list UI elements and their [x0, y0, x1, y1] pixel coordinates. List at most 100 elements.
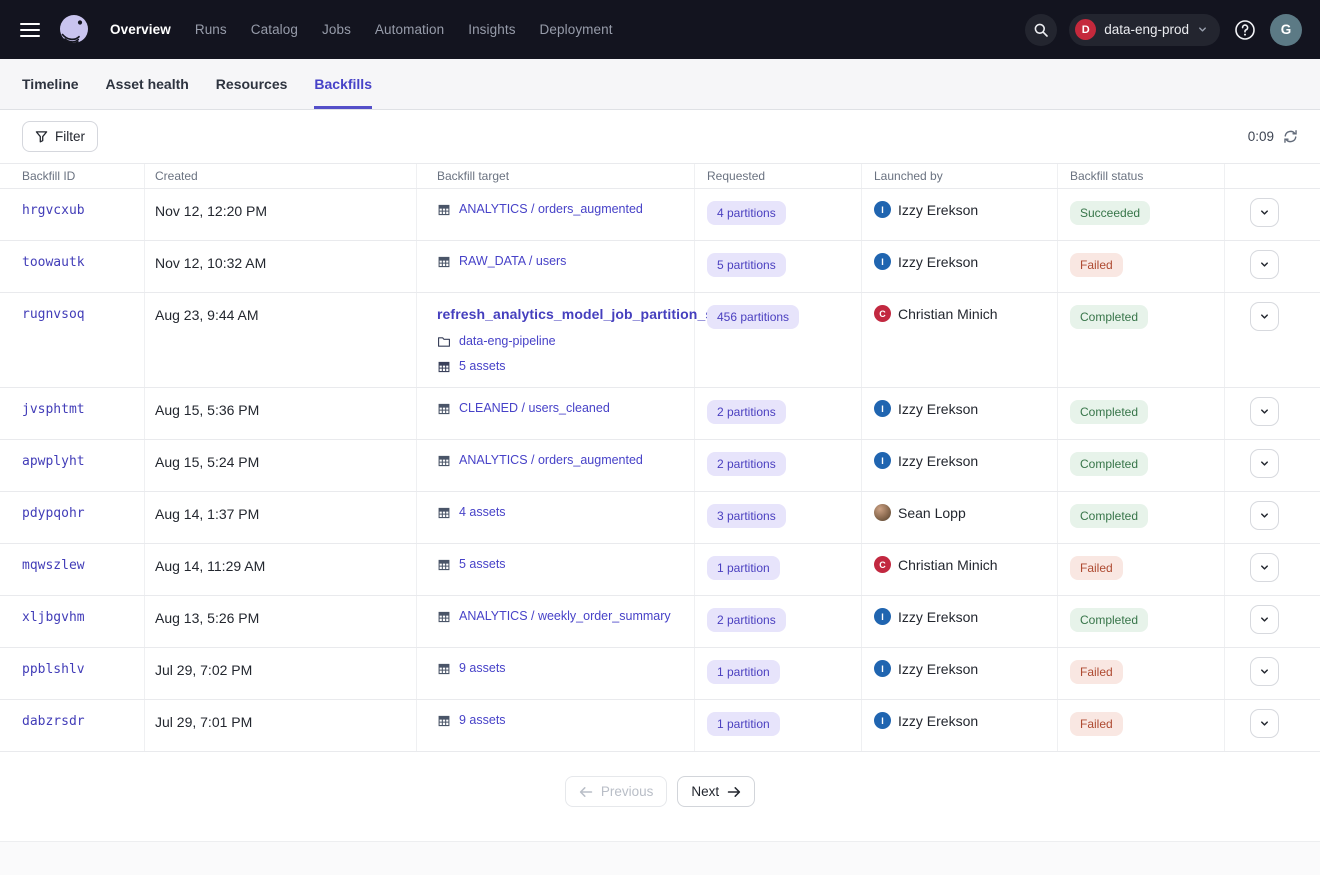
launched-by-name: Izzy Erekson [898, 713, 978, 729]
search-icon [1033, 22, 1049, 38]
chevron-down-icon [1259, 510, 1270, 521]
row-actions-cell [1225, 648, 1320, 699]
requested-cell: 1 partition [695, 544, 862, 595]
table-row: ppblshlvJul 29, 7:02 PM9 assets1 partiti… [0, 648, 1320, 700]
status-badge: Succeeded [1070, 201, 1150, 225]
backfill-id-cell: pdypqohr [0, 492, 145, 543]
backfill-id-link[interactable]: dabzrsdr [22, 714, 85, 729]
asset-link[interactable]: RAW_DATA / users [459, 253, 566, 270]
asset-link[interactable]: 9 assets [459, 660, 506, 677]
status-badge: Completed [1070, 305, 1148, 329]
row-actions-cell [1225, 544, 1320, 595]
backfill-id-link[interactable]: toowautk [22, 255, 85, 270]
tab-backfills[interactable]: Backfills [314, 59, 372, 109]
primary-nav: Overview Runs Catalog Jobs Automation Insight… [110, 22, 613, 37]
previous-page-button[interactable]: Previous [565, 776, 668, 807]
asset-link[interactable]: CLEANED / users_cleaned [459, 400, 610, 417]
arrow-right-icon [727, 786, 741, 798]
table-grid-icon [437, 402, 451, 416]
nav-item-insights[interactable]: Insights [468, 22, 515, 37]
table-grid-icon [437, 402, 451, 416]
row-actions-cell [1225, 440, 1320, 491]
backfill-id-link[interactable]: ppblshlv [22, 662, 85, 677]
tab-timeline[interactable]: Timeline [22, 59, 79, 109]
status-badge: Failed [1070, 556, 1123, 580]
requested-cell: 2 partitions [695, 388, 862, 439]
launched-by-name: Izzy Erekson [898, 401, 978, 417]
partitions-badge: 2 partitions [707, 452, 786, 476]
row-actions-button[interactable] [1250, 449, 1279, 478]
job-link[interactable]: refresh_analytics_model_job_partition_se… [437, 306, 726, 322]
backfill-id-link[interactable]: rugnvsoq [22, 307, 85, 322]
nav-item-automation[interactable]: Automation [375, 22, 444, 37]
asset-link[interactable]: 4 assets [459, 504, 506, 521]
search-button[interactable] [1025, 14, 1057, 46]
row-actions-button[interactable] [1250, 250, 1279, 279]
row-actions-button[interactable] [1250, 553, 1279, 582]
asset-target: CLEANED / users_cleaned [437, 400, 684, 417]
backfill-id-link[interactable]: mqwszlew [22, 558, 85, 573]
created-cell: Nov 12, 12:20 PM [145, 189, 417, 240]
row-actions-button[interactable] [1250, 709, 1279, 738]
created-cell: Aug 13, 5:26 PM [145, 596, 417, 647]
target-sub-link[interactable]: data-eng-pipeline [459, 333, 556, 350]
nav-item-runs[interactable]: Runs [195, 22, 227, 37]
target-sub-link[interactable]: 5 assets [459, 358, 506, 375]
backfill-id-link[interactable]: apwplyht [22, 454, 85, 469]
asset-link[interactable]: ANALYTICS / weekly_order_summary [459, 608, 671, 625]
backfill-id-link[interactable]: xljbgvhm [22, 610, 85, 625]
row-actions-cell [1225, 492, 1320, 543]
top-navbar: Overview Runs Catalog Jobs Automation Insight… [0, 0, 1320, 59]
launched-by: CChristian Minich [874, 305, 1047, 322]
tab-asset-health[interactable]: Asset health [106, 59, 189, 109]
next-page-button[interactable]: Next [677, 776, 755, 807]
deployment-switcher[interactable]: D data-eng-prod [1069, 14, 1220, 46]
nav-item-catalog[interactable]: Catalog [251, 22, 298, 37]
nav-item-deployment[interactable]: Deployment [540, 22, 613, 37]
user-avatar: C [874, 556, 891, 573]
nav-item-overview[interactable]: Overview [110, 22, 171, 37]
row-actions-button[interactable] [1250, 605, 1279, 634]
table-row: apwplyhtAug 15, 5:24 PMANALYTICS / order… [0, 440, 1320, 492]
column-header-backfill-status: Backfill status [1058, 164, 1225, 188]
launched-by-cell: IIzzy Erekson [862, 440, 1058, 491]
help-button[interactable] [1232, 17, 1258, 43]
funnel-icon [35, 130, 48, 143]
asset-link[interactable]: 5 assets [459, 556, 506, 573]
backfill-id-link[interactable]: pdypqohr [22, 506, 85, 521]
backfill-id-link[interactable]: jvsphtmt [22, 402, 85, 417]
row-actions-button[interactable] [1250, 198, 1279, 227]
backfill-target-cell: ANALYTICS / orders_augmented [417, 189, 695, 240]
table-row: toowautkNov 12, 10:32 AMRAW_DATA / users… [0, 241, 1320, 293]
refresh-countdown: 0:09 [1248, 129, 1274, 144]
launched-by-cell: IIzzy Erekson [862, 189, 1058, 240]
backfill-status-cell: Completed [1058, 440, 1225, 491]
row-actions-button[interactable] [1250, 501, 1279, 530]
asset-link[interactable]: ANALYTICS / orders_augmented [459, 452, 643, 469]
column-header-backfill-id: Backfill ID [0, 164, 145, 188]
backfill-id-link[interactable]: hrgvcxub [22, 203, 85, 218]
row-actions-button[interactable] [1250, 657, 1279, 686]
row-actions-button[interactable] [1250, 302, 1279, 331]
asset-link[interactable]: ANALYTICS / orders_augmented [459, 201, 643, 218]
created-cell: Aug 15, 5:36 PM [145, 388, 417, 439]
launched-by-name: Izzy Erekson [898, 609, 978, 625]
tab-resources[interactable]: Resources [216, 59, 288, 109]
deployment-initial-badge: D [1075, 19, 1096, 40]
user-avatar[interactable]: G [1270, 14, 1302, 46]
filter-button[interactable]: Filter [22, 121, 98, 152]
hamburger-menu-button[interactable] [18, 18, 42, 42]
nav-item-jobs[interactable]: Jobs [322, 22, 351, 37]
table-body: hrgvcxub Nov 12, 12:20 PM ANALYTICS / orde… [0, 189, 1320, 752]
refresh-icon[interactable] [1283, 129, 1298, 144]
dagster-logo-icon[interactable] [56, 12, 92, 48]
backfill-status-cell: Failed [1058, 700, 1225, 751]
asset-link[interactable]: 9 assets [459, 712, 506, 729]
row-actions-button[interactable] [1250, 397, 1279, 426]
launched-by-name: Sean Lopp [898, 505, 966, 521]
created-cell: Jul 29, 7:02 PM [145, 648, 417, 699]
pagination: Previous Next [0, 752, 1320, 841]
chevron-down-icon [1259, 614, 1270, 625]
chevron-down-icon [1259, 562, 1270, 573]
table-grid-icon [437, 506, 451, 520]
